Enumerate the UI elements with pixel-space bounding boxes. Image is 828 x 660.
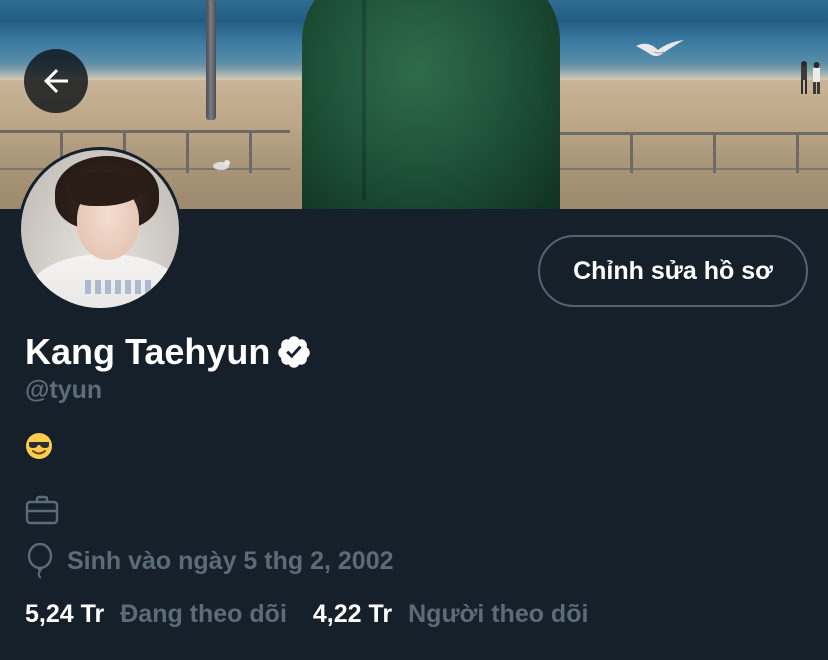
- birth-date-text: Sinh vào ngày 5 thg 2, 2002: [67, 546, 394, 575]
- name-row: Kang Taehyun: [25, 330, 312, 374]
- back-button[interactable]: [24, 49, 88, 113]
- banner-person-green-sweater: [302, 0, 560, 209]
- profile-handle: @tyun: [25, 376, 103, 404]
- following-link[interactable]: 5,24 Tr Đang theo dõi: [25, 600, 287, 629]
- arrow-left-icon: [44, 69, 68, 93]
- following-count: 5,24 Tr: [25, 600, 105, 628]
- verified-badge-icon[interactable]: [276, 334, 312, 370]
- banner-seagull: [636, 40, 684, 56]
- avatar-shirt-print: [85, 280, 155, 294]
- following-label: Đang theo dõi: [120, 600, 287, 628]
- banner-lamp-post: [206, 0, 216, 120]
- bio-emoji: [25, 432, 53, 460]
- follow-stats: 5,24 Tr Đang theo dõi 4,22 Tr Người theo…: [25, 600, 588, 629]
- followers-count: 4,22 Tr: [312, 600, 393, 628]
- display-name: Kang Taehyun: [25, 331, 271, 372]
- balloon-icon: [27, 543, 53, 579]
- banner-railing-right: [550, 132, 828, 173]
- banner-small-bird: [213, 160, 230, 170]
- briefcase-icon: [25, 495, 59, 525]
- followers-link[interactable]: 4,22 Tr Người theo dõi: [313, 600, 589, 629]
- banner-people: [801, 61, 820, 94]
- smiling-face-sunglasses-icon: [26, 433, 52, 459]
- birth-date-row: Sinh vào ngày 5 thg 2, 2002: [25, 543, 394, 579]
- edit-profile-button[interactable]: Chỉnh sửa hồ sơ: [538, 235, 808, 307]
- profile-avatar[interactable]: [18, 147, 182, 311]
- followers-label: Người theo dõi: [408, 600, 589, 628]
